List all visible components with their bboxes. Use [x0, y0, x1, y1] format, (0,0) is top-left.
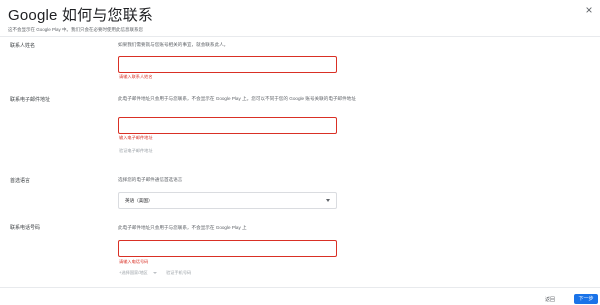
verify-phone-link[interactable]: 验证手机号码 [166, 270, 191, 276]
dialog-footer [0, 287, 600, 305]
phone-input[interactable] [118, 240, 337, 257]
contact-name-description: 如果我们需要就与您账号相关的事宜，就会联系此人。 [118, 42, 229, 47]
contact-email-input[interactable] [118, 117, 337, 134]
close-icon[interactable]: × [583, 4, 595, 16]
contact-email-error: 输入电子邮件地址 [119, 135, 153, 140]
language-select-value: 英语（美国） [125, 198, 153, 203]
dialog-title: Google 如何与您联系 [8, 7, 154, 24]
language-description: 选择您的电子邮件通信首选语言 [118, 177, 183, 182]
chevron-down-icon [326, 199, 330, 202]
verify-email-link[interactable]: 验证电子邮件地址 [119, 148, 153, 154]
phone-error: 请输入电话号码 [119, 259, 149, 264]
divider [0, 36, 600, 37]
contact-email-description: 此电子邮件地址只会用于与您联系，不会显示在 Google Play 上。您可以不… [118, 96, 356, 101]
phone-description: 此电子邮件地址只会用于与您联系，不会显示在 Google Play 上 [118, 225, 247, 230]
contact-name-input[interactable] [118, 56, 337, 73]
country-select[interactable]: +选择国家/地区 [119, 270, 148, 276]
contact-name-error: 请输入联系人姓名 [119, 74, 153, 79]
back-button[interactable]: 返回 [545, 296, 555, 303]
contact-email-label: 联系电子邮件地址 [10, 97, 51, 103]
phone-label: 联系电话号码 [10, 225, 41, 231]
dialog-subtitle: 这不会显示在 Google Play 中。我们只会在必要时使用此信息联系您 [8, 27, 144, 32]
language-select[interactable]: 英语（美国） [118, 192, 337, 209]
phone-controls: +选择国家/地区 验证手机号码 [119, 270, 191, 278]
chevron-down-icon [152, 272, 157, 274]
language-label: 首选语言 [10, 178, 31, 184]
dialog: Google 如何与您联系 × 这不会显示在 Google Play 中。我们只… [0, 0, 600, 304]
contact-name-label: 联系人姓名 [10, 43, 36, 49]
next-button[interactable]: 下一步 [574, 294, 598, 304]
